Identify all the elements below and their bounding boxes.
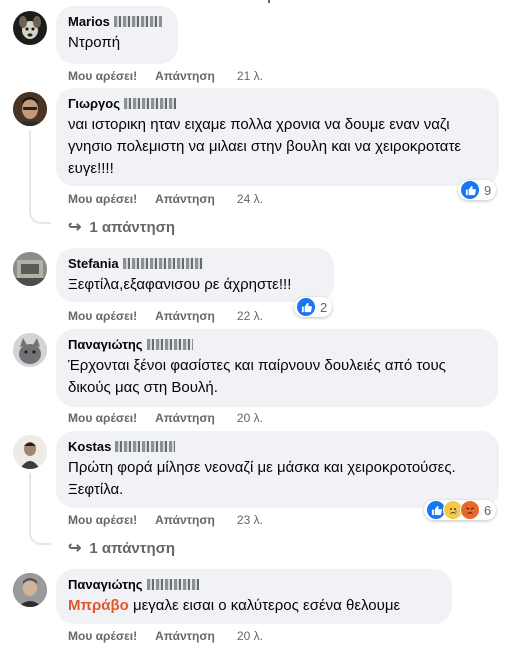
like-reaction-icon bbox=[460, 180, 480, 200]
reply-link[interactable]: Απάντηση bbox=[155, 513, 215, 527]
comment-timestamp[interactable]: 20 λ. bbox=[237, 629, 263, 643]
comment-actions: Μου αρέσει! Απάντηση 22 λ. bbox=[68, 309, 281, 323]
reply-thread-line bbox=[29, 130, 51, 224]
avatar[interactable] bbox=[13, 333, 47, 367]
comment-text: Μπράβο μεγαλε εισαι ο καλύτερος εσένα θε… bbox=[68, 597, 401, 614]
like-link[interactable]: Μου αρέσει! bbox=[68, 192, 137, 206]
avatar[interactable] bbox=[13, 11, 47, 45]
comment-author[interactable]: Γιωργος bbox=[68, 96, 487, 112]
reply-link[interactable]: Απάντηση bbox=[155, 411, 215, 425]
comment-timestamp[interactable]: 22 λ. bbox=[237, 309, 263, 323]
comment-actions: Μου αρέσει! Απάντηση 23 λ. bbox=[68, 513, 281, 527]
reply-arrow-icon: ↪ bbox=[68, 540, 82, 557]
comment-bubble: Stefania Ξεφτίλα,εξαφανισου ρε άχρηστε!!… bbox=[56, 248, 334, 302]
comment-timestamp[interactable]: 23 λ. bbox=[237, 513, 263, 527]
comment-bubble: Παναγιώτης Έρχονται ξένοι φασίστες και π… bbox=[56, 329, 498, 407]
comment-text: ναι ιστορικη ηταν ειχαμε πολλα χρονια να… bbox=[68, 116, 462, 177]
reaction-summary[interactable]: 6 bbox=[424, 500, 497, 520]
comment-text: Ξεφτίλα,εξαφανισου ρε άχρηστε!!! bbox=[68, 276, 292, 293]
avatar[interactable] bbox=[13, 435, 47, 469]
reply-arrow-icon: ↪ bbox=[68, 219, 82, 236]
reaction-count: 9 bbox=[484, 182, 492, 198]
comment-timestamp[interactable]: 24 λ. bbox=[237, 192, 263, 206]
comment-author[interactable]: Kostas bbox=[68, 439, 487, 455]
reply-link[interactable]: Απάντηση bbox=[155, 69, 215, 83]
highlighted-text: Μπράβο bbox=[68, 597, 129, 614]
comment-actions: Μου αρέσει! Απάντηση 20 λ. bbox=[68, 629, 281, 643]
reply-thread-line bbox=[29, 473, 51, 545]
comment-timestamp[interactable]: 20 λ. bbox=[237, 411, 263, 425]
comment-actions: Μου αρέσει! Απάντηση 24 λ. bbox=[68, 192, 281, 206]
comment-bubble: Kostas Πρώτη φορά μίλησε νεοναζί με μάσκ… bbox=[56, 431, 499, 508]
reply-link[interactable]: Απάντηση bbox=[155, 309, 215, 323]
comment-text: Πρώτη φορά μίλησε νεοναζί με μάσκα και χ… bbox=[68, 459, 456, 498]
comment-author[interactable]: Marios bbox=[68, 14, 166, 30]
comment-text: Ντροπή bbox=[68, 34, 121, 51]
comment-bubble: Marios Ντροπή bbox=[56, 6, 178, 64]
reaction-summary[interactable]: 2 bbox=[294, 297, 333, 317]
like-link[interactable]: Μου αρέσει! bbox=[68, 411, 137, 425]
view-replies-link[interactable]: ↪ 1 απάντηση bbox=[68, 538, 175, 558]
like-link[interactable]: Μου αρέσει! bbox=[68, 69, 137, 83]
avatar[interactable] bbox=[13, 92, 47, 126]
view-replies-link[interactable]: ↪ 1 απάντηση bbox=[68, 217, 175, 237]
comment-actions: Μου αρέσει! Απάντηση 20 λ. bbox=[68, 411, 281, 425]
comment-author[interactable]: Παναγιώτης bbox=[68, 577, 440, 593]
reply-link[interactable]: Απάντηση bbox=[155, 192, 215, 206]
reaction-summary[interactable]: 9 bbox=[458, 180, 497, 200]
comment-author[interactable]: Παναγιώτης bbox=[68, 337, 486, 353]
avatar[interactable] bbox=[13, 573, 47, 607]
reaction-count: 6 bbox=[484, 502, 492, 518]
comment-bubble: Παναγιώτης Μπράβο μεγαλε εισαι ο καλύτερ… bbox=[56, 569, 452, 624]
angry-reaction-icon bbox=[460, 500, 480, 520]
comment-author[interactable]: Stefania bbox=[68, 256, 322, 272]
reaction-count: 2 bbox=[320, 299, 328, 315]
comment-bubble: Γιωργος ναι ιστορικη ηταν ειχαμε πολλα χ… bbox=[56, 88, 499, 186]
like-link[interactable]: Μου αρέσει! bbox=[68, 629, 137, 643]
comment-actions: Μου αρέσει! Απάντηση 21 λ. bbox=[68, 69, 281, 83]
comment-text: Έρχονται ξένοι φασίστες και παίρνουν δου… bbox=[68, 357, 446, 396]
like-link[interactable]: Μου αρέσει! bbox=[68, 309, 137, 323]
reply-link[interactable]: Απάντηση bbox=[155, 629, 215, 643]
comment-timestamp[interactable]: 21 λ. bbox=[237, 69, 263, 83]
scroll-edge-marker bbox=[268, 0, 270, 3]
like-reaction-icon bbox=[296, 297, 316, 317]
like-link[interactable]: Μου αρέσει! bbox=[68, 513, 137, 527]
avatar[interactable] bbox=[13, 252, 47, 286]
